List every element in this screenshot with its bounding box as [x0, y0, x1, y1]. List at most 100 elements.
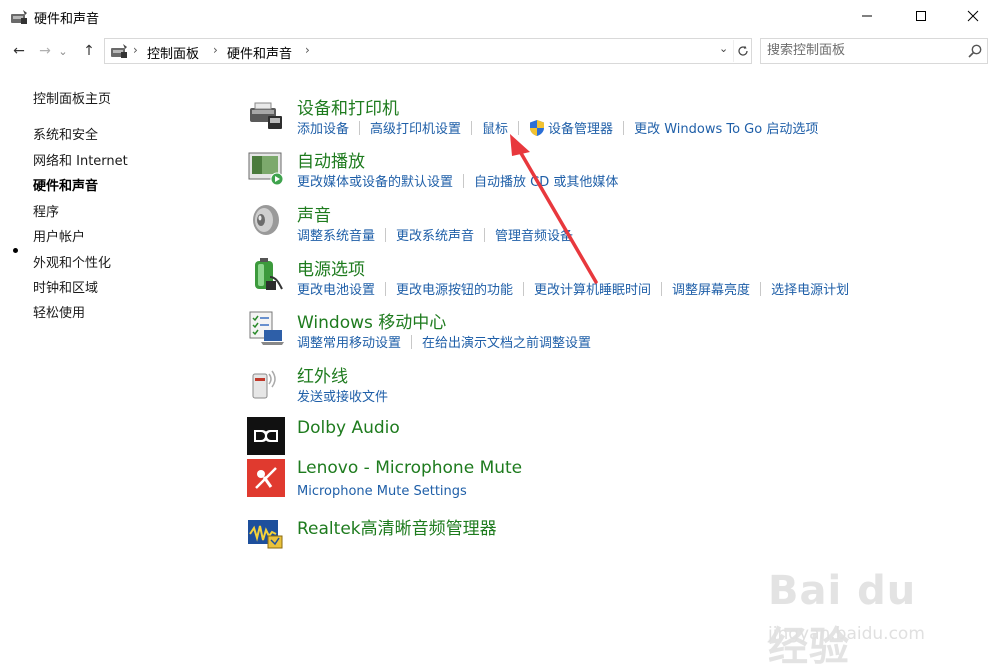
- address-dropdown-button[interactable]: ⌄: [719, 42, 728, 55]
- chevron-down-icon: ⌄: [58, 44, 68, 58]
- search-input[interactable]: [767, 43, 957, 58]
- watermark-logo: Bai du 经验: [768, 568, 917, 668]
- sidebar-item-user-accounts[interactable]: 用户帐户: [33, 226, 85, 245]
- link-windows-to-go[interactable]: 更改 Windows To Go 启动选项: [634, 118, 818, 137]
- link-separator: [411, 334, 413, 349]
- link-choose-power-plan[interactable]: 选择电源计划: [771, 279, 849, 298]
- link-send-receive-files[interactable]: 发送或接收文件: [297, 386, 388, 405]
- mobility-center-icon: [249, 311, 284, 345]
- link-separator: [471, 120, 473, 135]
- link-microphone-mute-settings[interactable]: Microphone Mute Settings: [297, 484, 467, 499]
- breadcrumb-separator: ›: [133, 43, 138, 57]
- active-indicator: [13, 248, 18, 253]
- link-separator: [523, 281, 525, 296]
- category-links: 更改媒体或设备的默认设置 自动播放 CD 或其他媒体: [297, 170, 618, 190]
- link-separator: [760, 281, 762, 296]
- category-links: 发送或接收文件: [297, 385, 388, 405]
- link-adjust-mobility-settings[interactable]: 调整常用移动设置: [297, 332, 401, 351]
- category-links: 添加设备 高级打印机设置 鼠标 设备管理器 更改 Windows To Go 启动选项: [297, 117, 818, 137]
- link-separator: [359, 120, 361, 135]
- category-links: 调整常用移动设置 在给出演示文档之前调整设置: [297, 331, 591, 351]
- minimize-button[interactable]: [842, 0, 892, 32]
- link-separator: [385, 281, 387, 296]
- sidebar-item-system-security[interactable]: 系统和安全: [33, 124, 98, 143]
- address-bar[interactable]: › 控制面板 › 硬件和声音 › ⌄: [104, 38, 752, 64]
- link-separator: [385, 227, 387, 242]
- battery-icon: [255, 258, 283, 290]
- refresh-icon: [737, 45, 748, 56]
- link-screen-brightness[interactable]: 调整屏幕亮度: [672, 279, 750, 298]
- breadcrumb-separator: ›: [213, 43, 218, 57]
- sidebar: 控制面板主页 系统和安全 网络和 Internet 硬件和声音 程序 用户帐户 …: [0, 68, 240, 668]
- sidebar-item-hardware-sound[interactable]: 硬件和声音: [33, 175, 98, 194]
- search-box[interactable]: [760, 38, 988, 64]
- link-power-button-function[interactable]: 更改电源按钮的功能: [396, 279, 513, 298]
- sidebar-item-appearance[interactable]: 外观和个性化: [33, 252, 111, 271]
- category-title[interactable]: 电源选项: [297, 255, 365, 280]
- maximize-icon: [916, 11, 926, 21]
- link-separator: [518, 120, 520, 135]
- watermark: Bai du 经验 jingyan.baidu.com: [760, 560, 970, 668]
- printer-icon: [250, 102, 282, 129]
- up-button[interactable]: ↑: [78, 40, 100, 62]
- sidebar-item-ease-of-access[interactable]: 轻松使用: [33, 302, 85, 321]
- link-change-battery-settings[interactable]: 更改电池设置: [297, 279, 375, 298]
- sidebar-item-network-internet[interactable]: 网络和 Internet: [33, 150, 128, 169]
- maximize-button[interactable]: [896, 0, 946, 32]
- link-manage-audio-devices[interactable]: 管理音频设备: [495, 225, 573, 244]
- category-title[interactable]: Lenovo - Microphone Mute: [297, 458, 522, 478]
- hardware-sound-icon: [111, 44, 127, 58]
- back-arrow-icon: ←: [13, 43, 25, 59]
- category-title[interactable]: 自动播放: [297, 147, 365, 172]
- recent-locations-button[interactable]: ⌄: [56, 40, 70, 62]
- speaker-icon: [253, 205, 279, 235]
- back-button[interactable]: ←: [8, 40, 30, 62]
- sidebar-item-control-panel-home[interactable]: 控制面板主页: [33, 88, 111, 107]
- breadcrumb-separator: ›: [305, 43, 310, 57]
- category-links: 更改电池设置 更改电源按钮的功能 更改计算机睡眠时间 调整屏幕亮度 选择电源计划: [297, 278, 849, 298]
- category-links: Microphone Mute Settings: [297, 481, 467, 499]
- link-autoplay-cd[interactable]: 自动播放 CD 或其他媒体: [474, 171, 618, 190]
- minimize-icon: [862, 15, 872, 17]
- forward-arrow-icon: →: [39, 43, 51, 59]
- sidebar-item-programs[interactable]: 程序: [33, 201, 59, 220]
- up-arrow-icon: ↑: [83, 43, 95, 59]
- link-presentation-settings[interactable]: 在给出演示文档之前调整设置: [422, 332, 591, 351]
- hardware-sound-icon: [11, 10, 27, 24]
- link-separator: [623, 120, 625, 135]
- category-links: 调整系统音量 更改系统声音 管理音频设备: [297, 224, 573, 244]
- infrared-icon: [252, 370, 276, 399]
- realtek-audio-icon: [248, 520, 283, 549]
- sidebar-item-clock-region[interactable]: 时钟和区域: [33, 277, 98, 296]
- link-add-device[interactable]: 添加设备: [297, 118, 349, 137]
- category-title[interactable]: Realtek高清晰音频管理器: [297, 514, 497, 539]
- link-separator: [484, 227, 486, 242]
- link-advanced-printer-setup[interactable]: 高级打印机设置: [370, 118, 461, 137]
- link-separator: [661, 281, 663, 296]
- dolby-icon: [247, 417, 285, 455]
- link-change-default-media-settings[interactable]: 更改媒体或设备的默认设置: [297, 171, 453, 190]
- close-icon: [967, 10, 979, 22]
- category-title[interactable]: 声音: [297, 201, 331, 226]
- link-change-system-sounds[interactable]: 更改系统声音: [396, 225, 474, 244]
- link-device-manager[interactable]: 设备管理器: [548, 118, 613, 137]
- watermark-url: jingyan.baidu.com: [768, 624, 925, 644]
- link-sleep-time[interactable]: 更改计算机睡眠时间: [534, 279, 651, 298]
- category-title[interactable]: 红外线: [297, 362, 348, 387]
- link-adjust-volume[interactable]: 调整系统音量: [297, 225, 375, 244]
- category-title[interactable]: 设备和打印机: [297, 94, 399, 119]
- forward-button[interactable]: →: [34, 40, 56, 62]
- link-mouse[interactable]: 鼠标: [482, 118, 508, 137]
- refresh-button[interactable]: [733, 40, 751, 62]
- navigation-bar: ← → ⌄ ↑ › 控制面板 › 硬件和声音 › ⌄: [0, 34, 1000, 68]
- microphone-mute-icon: [247, 459, 285, 497]
- title-bar: 硬件和声音: [0, 0, 1000, 34]
- breadcrumb-hardware-sound[interactable]: 硬件和声音: [227, 43, 292, 62]
- close-button[interactable]: [948, 0, 998, 32]
- link-separator: [463, 173, 465, 188]
- breadcrumb-control-panel[interactable]: 控制面板: [147, 43, 199, 62]
- category-title[interactable]: Dolby Audio: [297, 418, 400, 438]
- autoplay-icon: [248, 152, 284, 186]
- window-title: 硬件和声音: [34, 12, 100, 27]
- category-title[interactable]: Windows 移动中心: [297, 308, 446, 333]
